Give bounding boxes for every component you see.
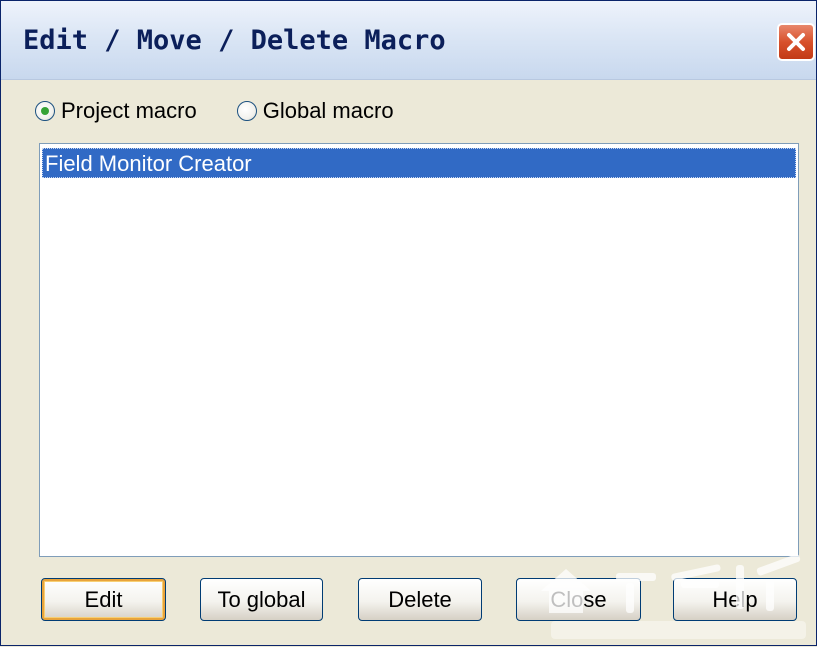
to-global-button[interactable]: To global bbox=[200, 578, 323, 621]
global-macro-radio[interactable]: Global macro bbox=[236, 98, 394, 124]
radio-dot bbox=[41, 107, 49, 115]
title-bar[interactable]: Edit / Move / Delete Macro bbox=[1, 1, 816, 80]
macro-listbox[interactable]: Field Monitor Creator bbox=[39, 143, 799, 557]
project-macro-label: Project macro bbox=[61, 98, 197, 123]
radio-unchecked-icon bbox=[236, 101, 257, 121]
macro-scope-radio-group: Project macro Global macro bbox=[35, 91, 434, 131]
close-button[interactable]: Close bbox=[516, 578, 641, 621]
delete-button[interactable]: Delete bbox=[358, 578, 482, 621]
close-window-button[interactable] bbox=[777, 23, 815, 61]
project-macro-radio[interactable]: Project macro bbox=[35, 98, 197, 124]
radio-checked-icon bbox=[35, 101, 55, 121]
list-item[interactable]: Field Monitor Creator bbox=[42, 148, 796, 178]
global-macro-label: Global macro bbox=[262, 98, 394, 123]
edit-button[interactable]: Edit bbox=[41, 578, 166, 621]
window-title: Edit / Move / Delete Macro bbox=[23, 25, 446, 56]
close-icon bbox=[787, 33, 805, 51]
help-button[interactable]: Help bbox=[673, 578, 797, 621]
dialog-window: Edit / Move / Delete Macro Project macro… bbox=[0, 0, 817, 646]
